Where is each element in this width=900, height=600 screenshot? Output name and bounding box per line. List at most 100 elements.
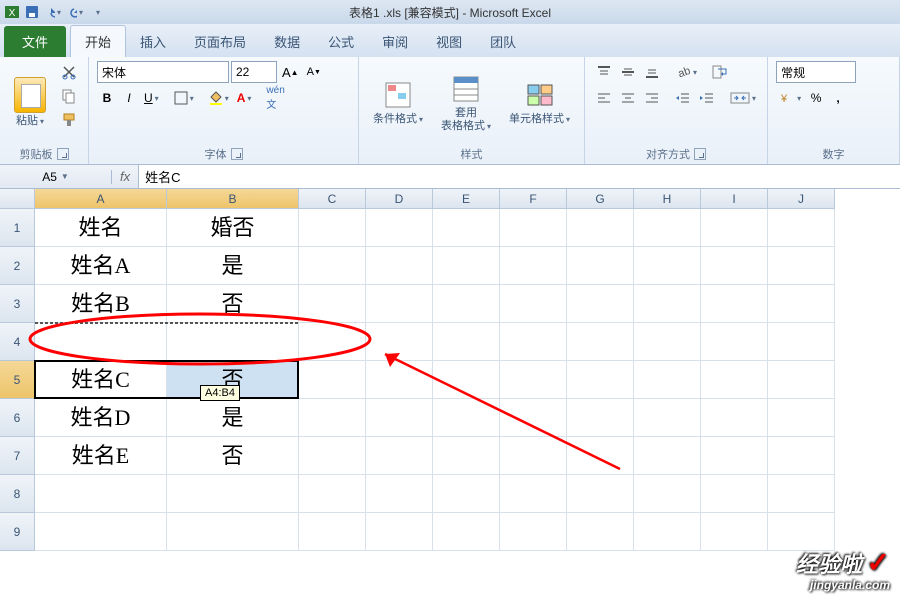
cell[interactable] <box>701 323 768 361</box>
format-as-table-button[interactable]: 套用 表格格式 <box>435 61 497 144</box>
font-name-combo[interactable] <box>97 61 229 83</box>
currency-icon[interactable]: ¥ <box>776 87 804 109</box>
decrease-indent-icon[interactable] <box>672 87 694 109</box>
cell[interactable] <box>634 399 701 437</box>
row-header[interactable]: 2 <box>0 247 35 285</box>
font-launcher-icon[interactable] <box>231 148 243 160</box>
cell[interactable] <box>366 209 433 247</box>
copy-icon[interactable] <box>58 85 80 107</box>
cell[interactable]: 是 <box>167 247 299 285</box>
cell[interactable] <box>500 285 567 323</box>
wrap-text-icon[interactable] <box>709 61 735 83</box>
italic-button[interactable]: I <box>119 87 139 109</box>
cell[interactable] <box>701 247 768 285</box>
row-header[interactable]: 1 <box>0 209 35 247</box>
cell[interactable]: 姓名A <box>35 247 167 285</box>
redo-icon[interactable] <box>66 1 86 23</box>
cell[interactable] <box>433 475 500 513</box>
cell[interactable] <box>433 285 500 323</box>
tab-review[interactable]: 审阅 <box>368 26 422 57</box>
row-header[interactable]: 7 <box>0 437 35 475</box>
tab-layout[interactable]: 页面布局 <box>180 26 260 57</box>
cell[interactable] <box>768 285 835 323</box>
cell[interactable] <box>768 437 835 475</box>
cell[interactable] <box>433 437 500 475</box>
border-icon[interactable] <box>171 87 197 109</box>
cell[interactable] <box>433 323 500 361</box>
row-header[interactable]: 9 <box>0 513 35 551</box>
cell[interactable] <box>500 361 567 399</box>
tab-insert[interactable]: 插入 <box>126 26 180 57</box>
col-header[interactable]: H <box>634 189 701 209</box>
cell[interactable] <box>299 399 366 437</box>
col-header[interactable]: E <box>433 189 500 209</box>
cell[interactable] <box>768 209 835 247</box>
cell[interactable] <box>567 247 634 285</box>
cell[interactable] <box>35 475 167 513</box>
cell[interactable] <box>768 475 835 513</box>
cell[interactable] <box>366 475 433 513</box>
cell[interactable]: 姓名 <box>35 209 167 247</box>
cell[interactable] <box>701 475 768 513</box>
cell[interactable] <box>634 513 701 551</box>
tab-formulas[interactable]: 公式 <box>314 26 368 57</box>
cell[interactable] <box>500 323 567 361</box>
align-middle-icon[interactable] <box>617 61 639 83</box>
cell[interactable] <box>634 247 701 285</box>
cell[interactable] <box>299 437 366 475</box>
decrease-font-icon[interactable]: A▼ <box>304 61 324 83</box>
cell[interactable]: 姓名D <box>35 399 167 437</box>
cell[interactable] <box>500 209 567 247</box>
cell[interactable] <box>567 437 634 475</box>
conditional-format-button[interactable]: 条件格式 <box>367 61 429 144</box>
merge-center-icon[interactable] <box>727 87 759 109</box>
row-header[interactable]: 8 <box>0 475 35 513</box>
comma-icon[interactable]: , <box>828 87 848 109</box>
cell[interactable] <box>433 399 500 437</box>
col-header[interactable]: G <box>567 189 634 209</box>
cell[interactable] <box>567 323 634 361</box>
cell[interactable] <box>500 399 567 437</box>
align-bottom-icon[interactable] <box>641 61 663 83</box>
tab-file[interactable]: 文件 <box>4 26 66 57</box>
col-header[interactable]: I <box>701 189 768 209</box>
cell[interactable] <box>701 437 768 475</box>
col-header[interactable]: D <box>366 189 433 209</box>
cell-styles-button[interactable]: 单元格样式 <box>503 61 576 144</box>
row-header[interactable]: 5 <box>0 361 35 399</box>
cell[interactable] <box>634 285 701 323</box>
cell[interactable]: 婚否 <box>167 209 299 247</box>
cell[interactable] <box>299 361 366 399</box>
tab-team[interactable]: 团队 <box>476 26 530 57</box>
cell[interactable] <box>433 247 500 285</box>
cell[interactable] <box>634 323 701 361</box>
fx-icon[interactable]: fx <box>112 169 138 184</box>
increase-indent-icon[interactable] <box>696 87 718 109</box>
align-center-icon[interactable] <box>617 87 639 109</box>
cut-icon[interactable] <box>58 61 80 83</box>
cell[interactable] <box>567 361 634 399</box>
paste-button[interactable]: 粘贴 <box>8 61 52 144</box>
font-size-combo[interactable] <box>231 61 277 83</box>
cell[interactable] <box>167 323 299 361</box>
cell[interactable] <box>299 247 366 285</box>
formula-input[interactable]: 姓名C <box>138 165 900 188</box>
row-header[interactable]: 6 <box>0 399 35 437</box>
phonetic-icon[interactable]: wén文 <box>263 87 287 109</box>
align-left-icon[interactable] <box>593 87 615 109</box>
clipboard-launcher-icon[interactable] <box>57 148 69 160</box>
increase-font-icon[interactable]: A▲ <box>279 61 302 83</box>
cell[interactable] <box>567 475 634 513</box>
cell[interactable] <box>701 399 768 437</box>
cell[interactable] <box>366 361 433 399</box>
cell[interactable] <box>366 513 433 551</box>
qat-customize-icon[interactable]: ▾ <box>88 1 108 23</box>
cell[interactable] <box>500 475 567 513</box>
cell[interactable] <box>167 513 299 551</box>
cell[interactable] <box>299 323 366 361</box>
cell[interactable] <box>567 399 634 437</box>
col-header[interactable]: A <box>35 189 167 209</box>
cell[interactable] <box>500 437 567 475</box>
percent-icon[interactable]: % <box>806 87 826 109</box>
cell[interactable] <box>299 475 366 513</box>
